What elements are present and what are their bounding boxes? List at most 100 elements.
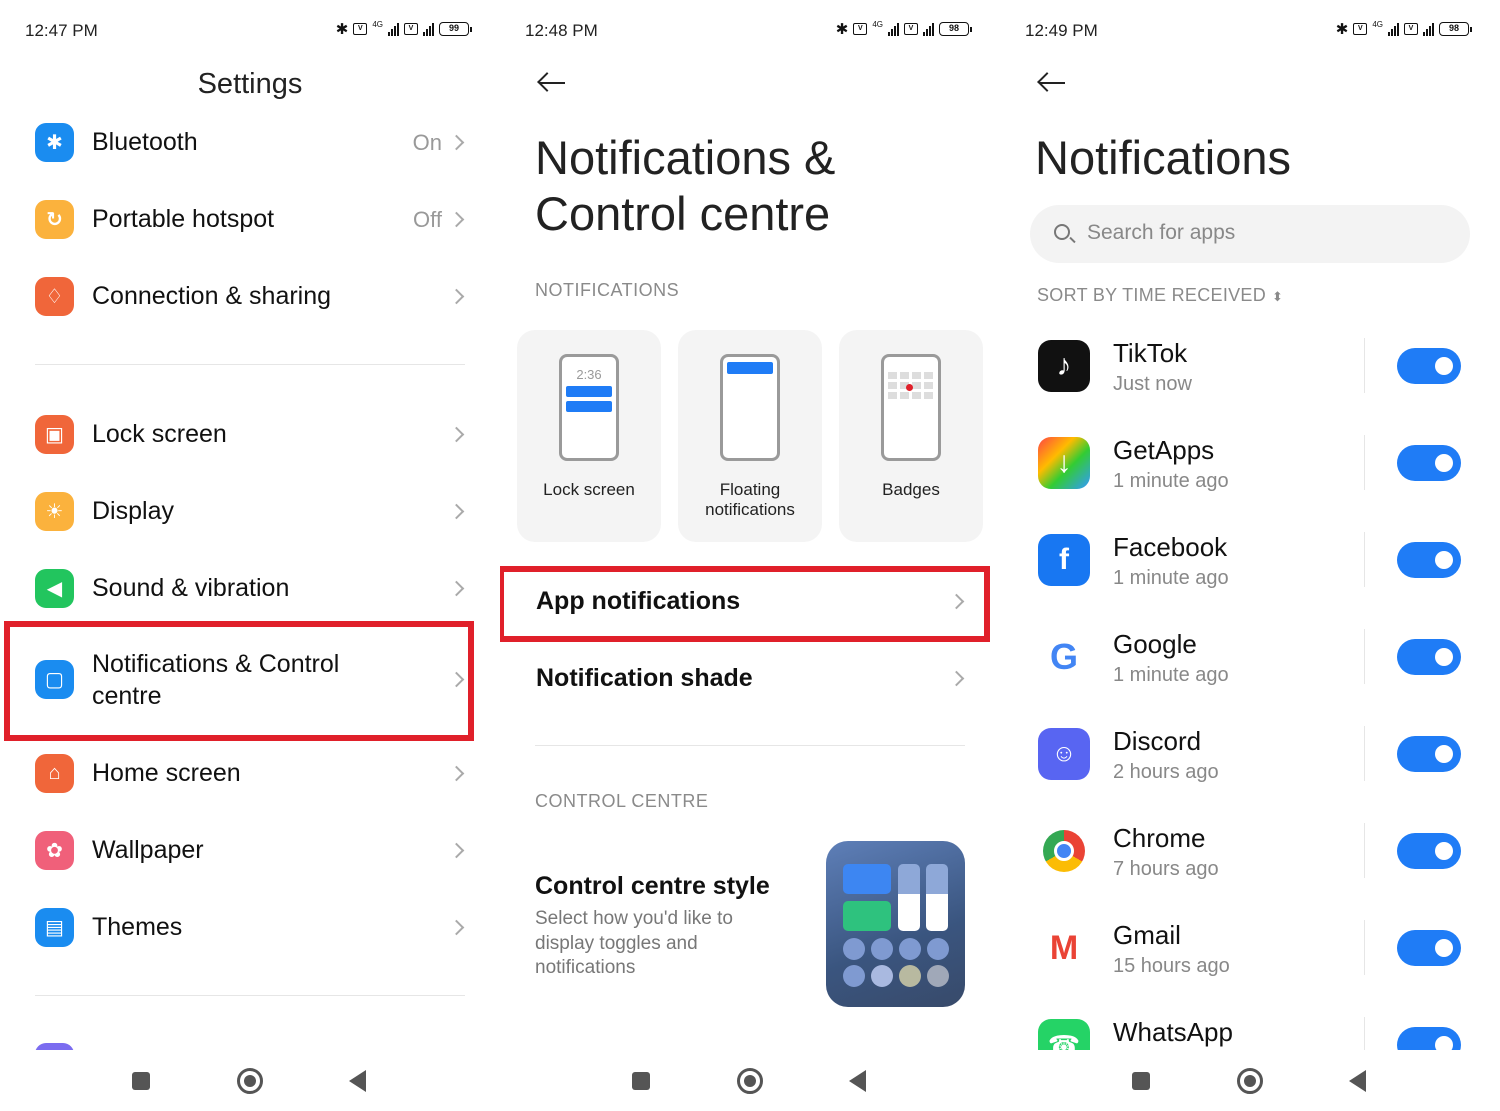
sort-dropdown[interactable]: SORT BY TIME RECEIVED ⬍ xyxy=(1037,285,1283,306)
navigation-bar xyxy=(0,1050,500,1111)
themes-icon: ▤ xyxy=(35,908,74,947)
settings-item-label: Display xyxy=(92,497,174,525)
settings-item-display[interactable]: ☀ Display xyxy=(0,477,500,547)
chevron-right-icon xyxy=(448,919,465,936)
volte-icon-2: V xyxy=(1404,23,1418,35)
app-row-facebook[interactable]: f Facebook 1 minute ago xyxy=(1000,532,1500,631)
recents-button[interactable] xyxy=(632,1072,650,1090)
settings-item-sound-vibration[interactable]: ◀ Sound & vibration xyxy=(0,554,500,624)
card-badges[interactable]: Badges xyxy=(839,330,983,542)
settings-item-themes[interactable]: ▤ Themes xyxy=(0,893,500,963)
page-title-line2: Control centre xyxy=(535,187,831,240)
settings-item-label: Portable hotspot xyxy=(92,205,275,233)
app-row-chrome[interactable]: Chrome 7 hours ago xyxy=(1000,823,1500,922)
app-name: Facebook xyxy=(1113,532,1228,562)
app-row-gmail[interactable]: M Gmail 15 hours ago xyxy=(1000,920,1500,1019)
chrome-icon xyxy=(1038,825,1090,877)
home-button[interactable] xyxy=(1237,1068,1263,1094)
app-time: 7 hours ago xyxy=(1113,858,1219,880)
getapps-icon: ↓ xyxy=(1038,437,1090,489)
app-name: WhatsApp xyxy=(1113,1017,1233,1047)
volte-icon-2: V xyxy=(904,23,918,35)
recents-button[interactable] xyxy=(1132,1072,1150,1090)
wallpaper-flower-icon: ✿ xyxy=(35,831,74,870)
notification-toggle[interactable] xyxy=(1397,639,1461,675)
status-time: 12:49 PM xyxy=(1025,21,1098,40)
chevron-right-icon xyxy=(448,842,465,859)
chevron-right-icon xyxy=(448,211,465,228)
row-label: Notification shade xyxy=(536,664,753,692)
notification-toggle[interactable] xyxy=(1397,736,1461,772)
chevron-right-icon xyxy=(448,134,465,151)
google-icon: G xyxy=(1038,631,1090,683)
volte-icon: V xyxy=(353,23,368,35)
signal-4g-icon: 4G xyxy=(872,20,883,29)
notification-toggle[interactable] xyxy=(1397,348,1461,384)
signal-icon xyxy=(888,22,899,36)
notification-toggle[interactable] xyxy=(1397,542,1461,578)
app-time: Just now xyxy=(1113,373,1192,395)
back-nav-button[interactable] xyxy=(849,1070,866,1092)
home-button[interactable] xyxy=(737,1068,763,1094)
card-caption: Lock screen xyxy=(543,480,635,499)
recents-button[interactable] xyxy=(132,1072,150,1090)
back-nav-button[interactable] xyxy=(349,1070,366,1092)
section-label-control-centre: CONTROL CENTRE xyxy=(535,791,709,811)
page-title: Notifications xyxy=(1035,131,1291,184)
settings-item-value: Off xyxy=(413,207,442,232)
settings-item-home-screen[interactable]: ⌂ Home screen xyxy=(0,739,500,809)
bluetooth-icon: ✱ xyxy=(35,123,74,162)
settings-item-value: On xyxy=(412,130,442,155)
phone-illustration-icon xyxy=(720,354,780,461)
notification-toggle[interactable] xyxy=(1397,930,1461,966)
app-notifications-panel: 12:49 PM ✱ V 4G V 98 Notifications Searc… xyxy=(1000,0,1500,1111)
back-nav-button[interactable] xyxy=(1349,1070,1366,1092)
home-button[interactable] xyxy=(237,1068,263,1094)
notification-shade-row[interactable]: Notification shade xyxy=(500,643,1000,713)
notification-toggle[interactable] xyxy=(1397,445,1461,481)
card-caption-line2: notifications xyxy=(705,500,795,519)
battery-icon: 98 xyxy=(1439,22,1472,36)
settings-item-wallpaper[interactable]: ✿ Wallpaper xyxy=(0,816,500,886)
settings-item-label: Lock screen xyxy=(92,420,227,448)
back-arrow-icon[interactable] xyxy=(537,72,567,94)
app-row-tiktok[interactable]: ♪ TikTok Just now xyxy=(1000,338,1500,437)
settings-item-bluetooth[interactable]: ✱ Bluetooth On xyxy=(0,108,500,178)
app-time: 15 hours ago xyxy=(1113,955,1230,977)
back-arrow-icon[interactable] xyxy=(1037,72,1067,94)
sort-updown-icon: ⬍ xyxy=(1272,289,1284,304)
navigation-bar xyxy=(1000,1050,1500,1111)
app-name: Discord xyxy=(1113,726,1202,756)
sort-label: SORT BY TIME RECEIVED xyxy=(1037,285,1267,305)
search-input[interactable]: Search for apps xyxy=(1030,205,1470,263)
app-name: Google xyxy=(1113,629,1197,659)
app-row-getapps[interactable]: ↓ GetApps 1 minute ago xyxy=(1000,435,1500,534)
chevron-right-icon xyxy=(448,580,465,597)
notification-toggle[interactable] xyxy=(1397,833,1461,869)
settings-item-connection-sharing[interactable]: ♢ Connection & sharing xyxy=(0,262,500,332)
status-bar: 12:49 PM ✱ V 4G V 98 xyxy=(1000,0,1500,62)
status-icons: ✱ V 4G V 98 xyxy=(836,20,972,38)
settings-item-lock-screen[interactable]: ▣ Lock screen xyxy=(0,400,500,470)
facebook-icon: f xyxy=(1038,534,1090,586)
bluetooth-status-icon: ✱ xyxy=(335,21,349,38)
app-row-discord[interactable]: ☺ Discord 2 hours ago xyxy=(1000,726,1500,825)
tiktok-icon: ♪ xyxy=(1038,340,1090,392)
app-time: 1 minute ago xyxy=(1113,664,1229,686)
battery-icon: 99 xyxy=(439,22,472,36)
app-row-google[interactable]: G Google 1 minute ago xyxy=(1000,629,1500,728)
divider xyxy=(35,995,465,996)
settings-item-label: Sound & vibration xyxy=(92,574,290,602)
volte-icon: V xyxy=(1353,23,1368,35)
card-lock-screen[interactable]: 2:36 Lock screen xyxy=(517,330,661,542)
search-icon xyxy=(1054,224,1070,240)
search-placeholder: Search for apps xyxy=(1087,221,1236,244)
card-floating-notifications[interactable]: Floating notifications xyxy=(678,330,822,542)
page-title: Settings xyxy=(197,68,303,100)
lock-icon: ▣ xyxy=(35,415,74,454)
settings-item-hotspot[interactable]: ↻ Portable hotspot Off xyxy=(0,185,500,255)
app-time: 2 hours ago xyxy=(1113,761,1219,783)
section-label-notifications: NOTIFICATIONS xyxy=(535,280,680,300)
bluetooth-status-icon: ✱ xyxy=(1335,21,1349,38)
status-bar: 12:48 PM ✱ V 4G V 98 xyxy=(500,0,1000,62)
